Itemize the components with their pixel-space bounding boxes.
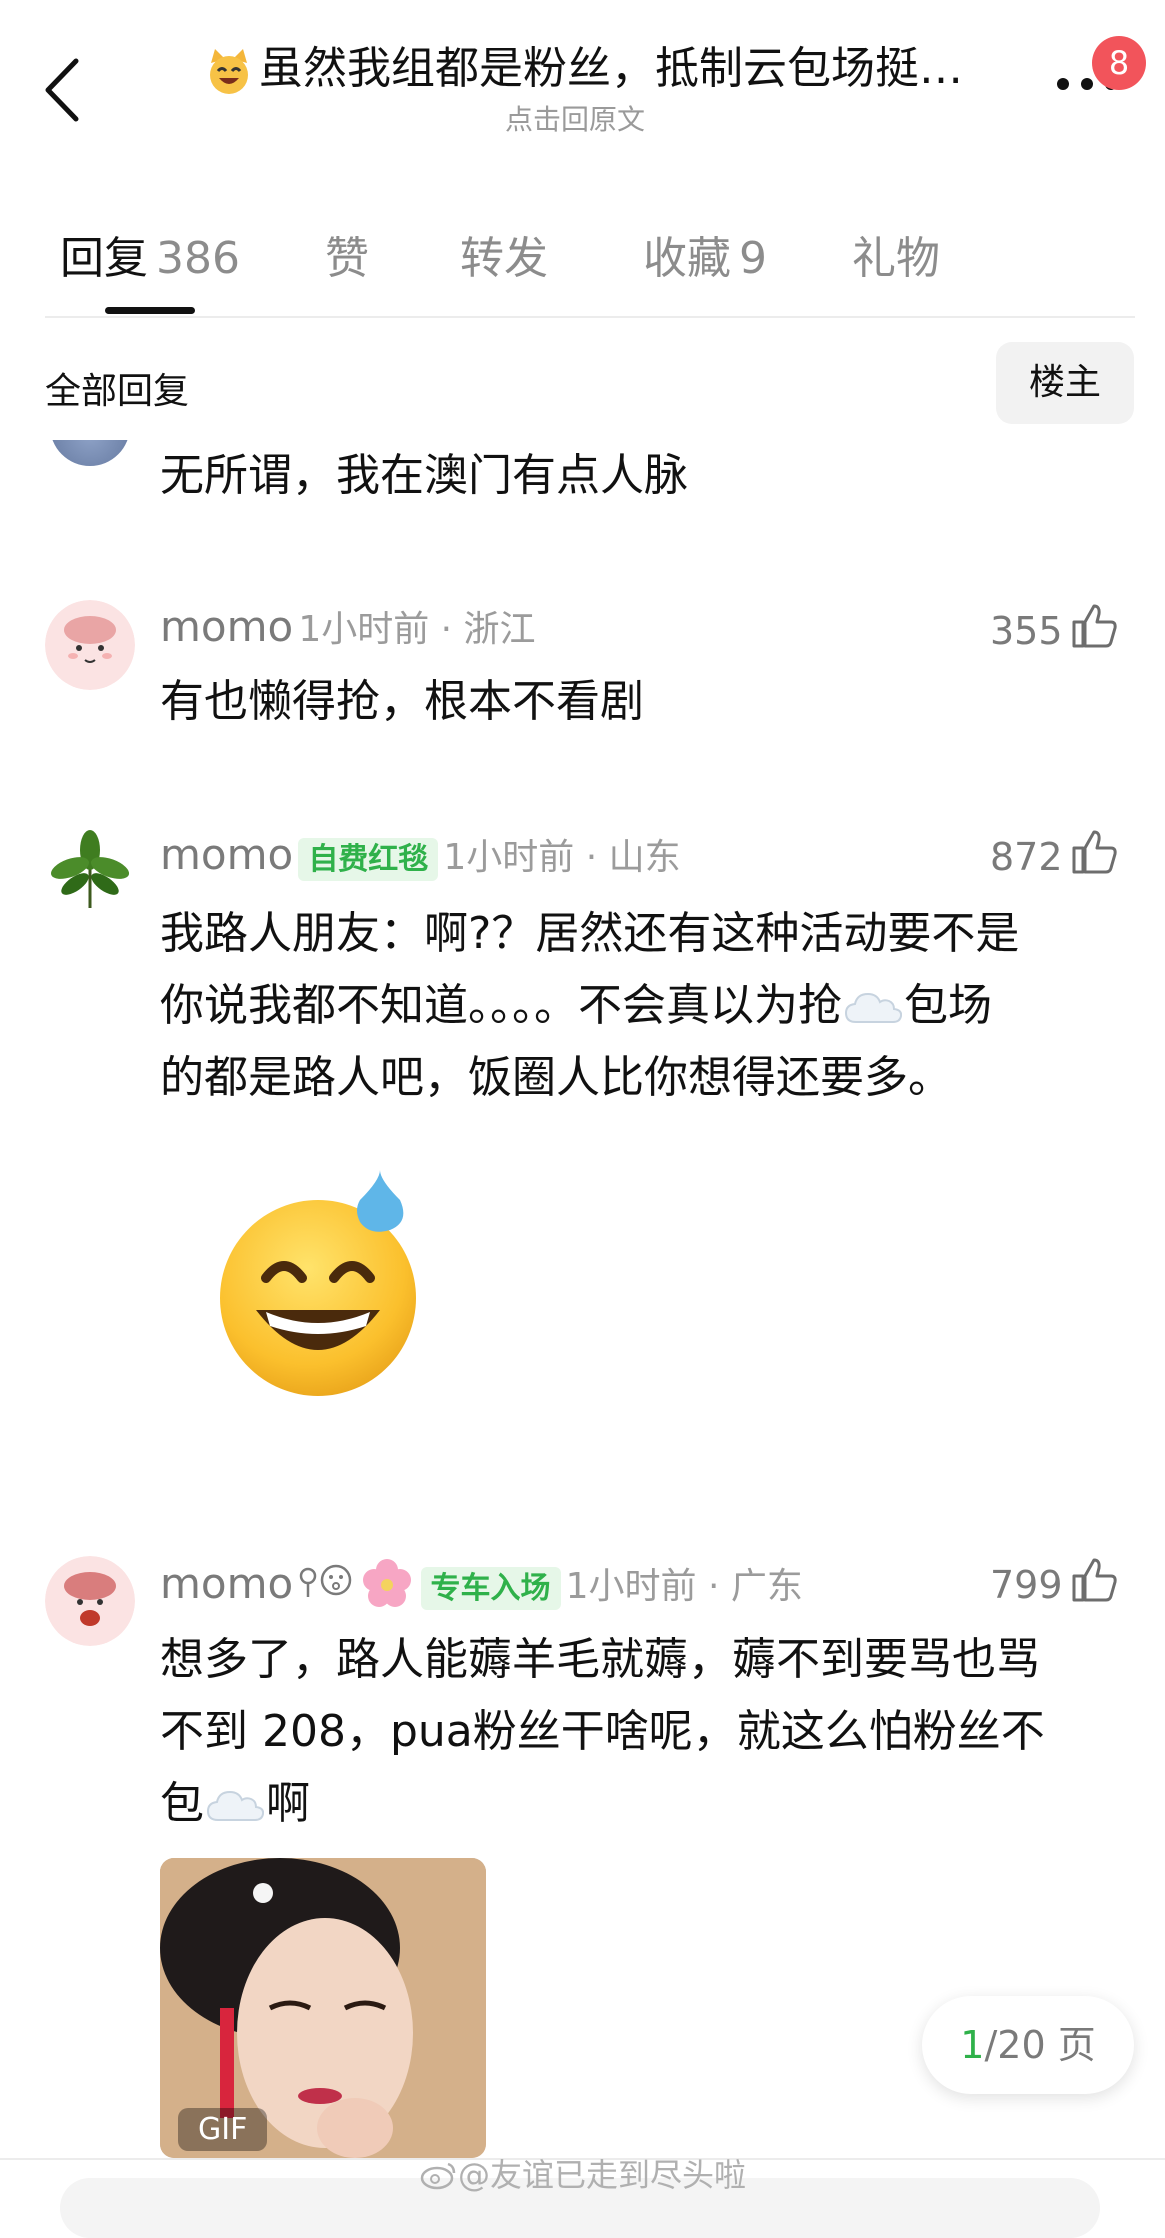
time-location: 1小时前 · 广东 bbox=[565, 1566, 803, 1607]
comment-text: 无所谓，我在澳门有点人脉 bbox=[160, 450, 688, 501]
tab-likes[interactable]: 赞 bbox=[325, 222, 369, 286]
tab-replies-count: 386 bbox=[156, 233, 240, 284]
tab-reposts-label: 转发 bbox=[460, 233, 548, 284]
like-button[interactable]: 799 bbox=[990, 1554, 1120, 1607]
comment-segment: 你说我都不知道。。。。不会真以为抢 bbox=[160, 980, 842, 1031]
user-badge: 专车入场 bbox=[420, 1567, 561, 1610]
op-only-button[interactable]: 楼主 bbox=[996, 342, 1134, 424]
comment-segment: 啊 bbox=[266, 1778, 310, 1829]
notification-badge: 8 bbox=[1092, 36, 1146, 90]
cloud-emoji-icon bbox=[844, 992, 902, 1023]
gif-attachment[interactable]: GIF bbox=[160, 1858, 486, 2158]
avatar[interactable] bbox=[45, 828, 135, 918]
avatar[interactable] bbox=[45, 600, 135, 690]
watermark: @友谊已走到尽头啦 bbox=[420, 2150, 746, 2196]
time-location: 1小时前 · 浙江 bbox=[298, 609, 536, 650]
comment-text: 想多了，路人能薅羊毛就薅，薅不到要骂也骂 不到 208，pua粉丝干啥呢，就这么… bbox=[160, 1624, 1120, 1840]
gif-label: GIF bbox=[178, 2108, 268, 2151]
time-location: 1小时前 · 山东 bbox=[443, 837, 681, 878]
cat-emoji-icon bbox=[210, 49, 248, 94]
tab-reposts[interactable]: 转发 bbox=[460, 222, 548, 286]
comment-line: 你说我都不知道。。。。不会真以为抢 包场 bbox=[160, 970, 1120, 1042]
comment-segment: 包场 bbox=[904, 980, 992, 1031]
active-tab-indicator bbox=[105, 307, 195, 314]
tab-replies-label: 回复 bbox=[60, 233, 148, 284]
comment-header: momo 专车入场 1小时前 · 广东 bbox=[160, 1556, 803, 1612]
weibo-logo-icon bbox=[420, 2162, 456, 2190]
thumbs-up-icon bbox=[1072, 604, 1117, 648]
back-to-original-link[interactable]: 点击回原文 bbox=[505, 98, 645, 138]
username[interactable]: momo bbox=[160, 602, 293, 651]
back-chevron-icon[interactable] bbox=[38, 55, 90, 125]
like-count: 872 bbox=[990, 835, 1063, 879]
avatar[interactable] bbox=[45, 1556, 135, 1646]
user-decoration-icon bbox=[300, 1564, 352, 1597]
username[interactable]: momo bbox=[160, 1559, 293, 1608]
comment-header: momo 自费红毯 1小时前 · 山东 bbox=[160, 828, 681, 881]
like-count: 355 bbox=[990, 609, 1063, 653]
post-title[interactable]: 虽然我组都是粉丝，抵制云包场挺… bbox=[205, 38, 995, 100]
comment-line: 的都是路人吧，饭圈人比你想得还要多。 bbox=[160, 1052, 952, 1103]
page-indicator[interactable]: 1/20 页 bbox=[922, 1996, 1134, 2094]
cloud-emoji-icon bbox=[206, 1790, 264, 1821]
user-badge: 自费红毯 bbox=[298, 838, 439, 881]
tab-favorites-count: 9 bbox=[739, 233, 767, 284]
tab-replies[interactable]: 回复 386 bbox=[60, 222, 240, 286]
avatar-partial[interactable] bbox=[50, 440, 130, 466]
thumbs-up-icon bbox=[1072, 830, 1117, 874]
current-page: 1 bbox=[960, 2023, 985, 2067]
comment-line: 包啊 bbox=[160, 1768, 1120, 1840]
comment-line: 想多了，路人能薅羊毛就薅，薅不到要骂也骂 bbox=[160, 1634, 1040, 1685]
tab-favorites[interactable]: 收藏 9 bbox=[643, 222, 767, 286]
comment-line: 我路人朋友：啊?？居然还有这种活动要不是 bbox=[160, 908, 1020, 959]
comment-segment: 包 bbox=[160, 1778, 204, 1829]
tab-gifts[interactable]: 礼物 bbox=[852, 222, 940, 286]
comment-header: momo 1小时前 · 浙江 bbox=[160, 600, 536, 652]
comment-text: 有也懒得抢，根本不看剧 bbox=[160, 676, 644, 727]
like-count: 799 bbox=[990, 1563, 1063, 1607]
tab-gifts-label: 礼物 bbox=[852, 233, 940, 284]
username[interactable]: momo bbox=[160, 830, 293, 879]
all-replies-filter[interactable]: 全部回复 bbox=[45, 362, 189, 414]
tab-likes-label: 赞 bbox=[325, 233, 369, 284]
tab-divider bbox=[45, 316, 1135, 318]
sweat-smile-emoji-icon bbox=[220, 1170, 416, 1396]
post-title-text: 虽然我组都是粉丝，抵制云包场挺… bbox=[259, 43, 963, 94]
like-button[interactable]: 872 bbox=[990, 826, 1120, 879]
watermark-text: @友谊已走到尽头啦 bbox=[458, 2156, 747, 2194]
total-pages: /20 页 bbox=[984, 2023, 1096, 2067]
tab-favorites-label: 收藏 bbox=[643, 233, 731, 284]
cherry-blossom-icon bbox=[363, 1559, 412, 1607]
comment-text: 我路人朋友：啊?？居然还有这种活动要不是 你说我都不知道。。。。不会真以为抢 包场… bbox=[160, 898, 1120, 1114]
thumbs-up-icon bbox=[1072, 1558, 1117, 1602]
like-button[interactable]: 355 bbox=[990, 600, 1120, 653]
comment-line: 不到 208，pua粉丝干啥呢，就这么怕粉丝不 bbox=[160, 1706, 1045, 1757]
